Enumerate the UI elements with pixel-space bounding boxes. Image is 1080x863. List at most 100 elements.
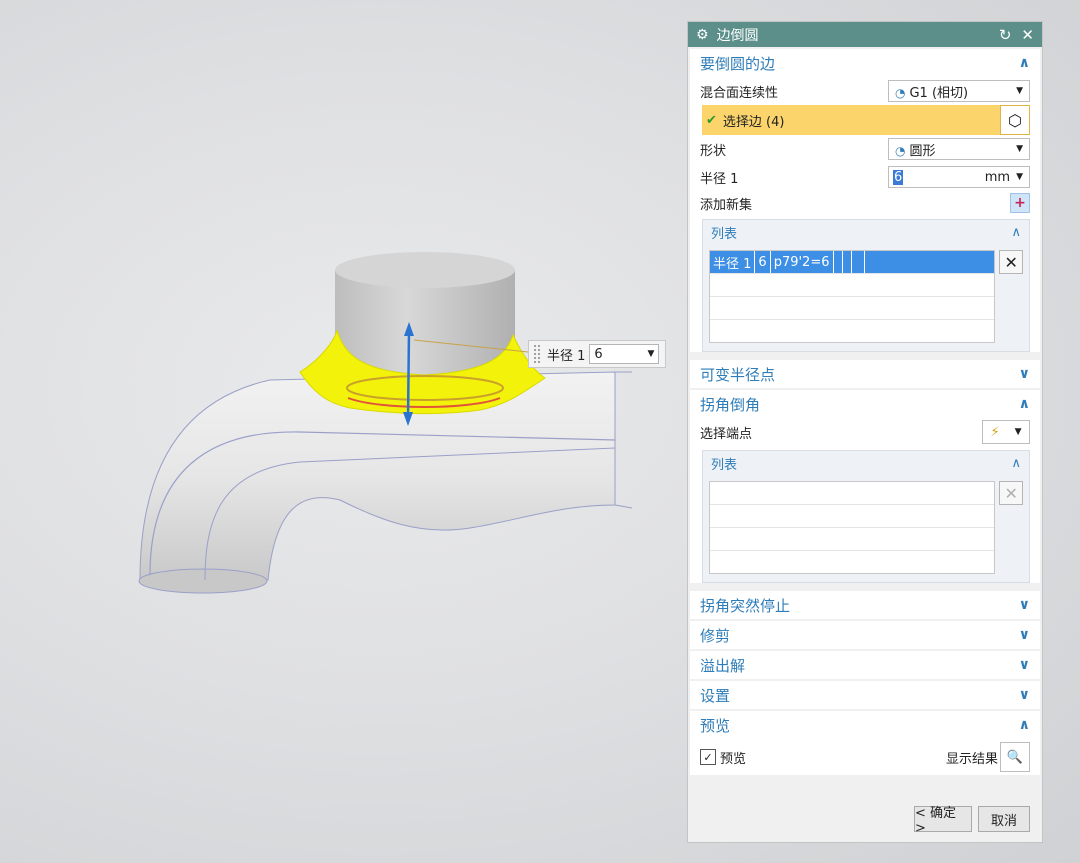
table-cell: 半径 1 — [710, 251, 756, 273]
table-cell — [834, 251, 843, 273]
section-edges-header[interactable]: 要倒圆的边 ∧ — [690, 49, 1040, 77]
add-new-set-icon[interactable]: + — [1010, 193, 1030, 213]
graphics-viewport[interactable]: 半径 1 6 ▼ — [0, 0, 686, 863]
section-overflow-title: 溢出解 — [700, 656, 746, 675]
show-result-label: 显示结果 — [945, 751, 998, 767]
endpoint-picker[interactable]: ⚡ ▼ — [982, 420, 1030, 444]
select-edge-row[interactable]: ✔ 选择边 (4) ⬡ — [702, 105, 1030, 135]
section-variable-radius: 可变半径点 ∨ — [690, 360, 1040, 388]
shape-row: 形状 ◔ 圆形 ▼ — [690, 135, 1040, 163]
preview-checkbox-label: 预览 — [720, 751, 747, 767]
section-preview-header[interactable]: 预览 ∧ — [690, 711, 1040, 739]
edge-set-table: 半径 1 6 p79'2=6 — [709, 250, 996, 343]
section-corner-stop: 拐角突然停止 ∨ — [690, 591, 1040, 619]
chevron-down-icon[interactable]: ▼ — [647, 349, 654, 359]
section-variable-radius-header[interactable]: 可变半径点 ∨ — [690, 360, 1040, 388]
section-corner-stop-header[interactable]: 拐角突然停止 ∨ — [690, 591, 1040, 619]
section-settings: 设置 ∨ — [690, 681, 1040, 709]
model-view — [138, 252, 633, 594]
chevron-up-icon: ∧ — [1011, 224, 1021, 240]
select-endpoint-row: 选择端点 ⚡ ▼ — [690, 418, 1040, 446]
section-preview: 预览 ∧ ✓ 预览 显示结果 🔍 — [690, 711, 1040, 775]
table-row — [710, 320, 994, 342]
chevron-down-icon: ▼ — [1016, 86, 1023, 96]
onscreen-radius-input[interactable]: 半径 1 6 ▼ — [528, 340, 666, 368]
continuity-row: 混合面连续性 ◔ G1 (相切) ▼ — [690, 77, 1040, 105]
section-trim-title: 修剪 — [700, 626, 731, 645]
list-title: 列表 — [711, 226, 738, 242]
chevron-down-icon: ∨ — [1018, 687, 1030, 703]
section-corner-setback-title: 拐角倒角 — [700, 395, 761, 414]
section-edges-title: 要倒圆的边 — [700, 54, 776, 73]
chevron-up-icon: ∧ — [1011, 455, 1021, 471]
table-row — [710, 551, 994, 573]
preview-checkbox[interactable]: ✓ — [700, 749, 716, 765]
chevron-down-icon: ▼ — [1014, 427, 1022, 437]
section-corner-stop-title: 拐角突然停止 — [700, 596, 791, 615]
reset-icon[interactable]: ↻ — [999, 26, 1012, 44]
section-corner-setback-header[interactable]: 拐角倒角 ∧ — [690, 390, 1040, 418]
endpoint-table — [709, 481, 996, 574]
select-endpoint-label: 选择端点 — [700, 426, 753, 442]
section-settings-header[interactable]: 设置 ∨ — [690, 681, 1040, 709]
chevron-down-icon: ∨ — [1018, 627, 1030, 643]
chevron-up-icon: ∧ — [1018, 396, 1030, 412]
shape-dropdown[interactable]: ◔ 圆形 ▼ — [888, 138, 1030, 160]
table-cell: p79'2=6 — [771, 251, 834, 273]
table-row — [710, 297, 995, 320]
close-icon[interactable]: ✕ — [1021, 26, 1034, 44]
chevron-down-icon: ∨ — [1018, 597, 1030, 613]
shape-value: 圆形 — [909, 143, 936, 159]
chevron-down-icon: ∨ — [1018, 657, 1030, 673]
onscreen-radius-label: 半径 1 — [547, 348, 586, 364]
section-overflow-header[interactable]: 溢出解 ∨ — [690, 651, 1040, 679]
blend-icon: ◔ — [895, 85, 906, 100]
list-header[interactable]: 列表 ∧ — [703, 451, 1029, 475]
section-trim-header[interactable]: 修剪 ∨ — [690, 621, 1040, 649]
table-row — [710, 274, 995, 297]
onscreen-radius-field[interactable]: 6 ▼ — [589, 344, 660, 364]
continuity-label: 混合面连续性 — [700, 85, 779, 101]
list-title: 列表 — [711, 457, 738, 473]
chevron-down-icon: ∨ — [1018, 366, 1030, 382]
table-row — [710, 482, 995, 505]
continuity-dropdown[interactable]: ◔ G1 (相切) ▼ — [888, 80, 1030, 102]
cancel-button[interactable]: 取消 — [978, 806, 1030, 832]
shape-label: 形状 — [700, 143, 727, 159]
table-cell — [852, 251, 865, 273]
list-header[interactable]: 列表 ∧ — [703, 220, 1029, 244]
cube-icon[interactable]: ⬡ — [1000, 105, 1030, 135]
radius-label: 半径 1 — [700, 171, 739, 187]
checkmark-icon: ✔ — [706, 112, 717, 128]
onscreen-radius-value: 6 — [594, 346, 603, 362]
shape-icon: ◔ — [895, 143, 906, 158]
section-edges: 要倒圆的边 ∧ 混合面连续性 ◔ G1 (相切) ▼ ✔ 选择边 (4) ⬡ 形状… — [690, 49, 1040, 352]
gear-icon: ⚙ — [696, 26, 709, 43]
radius-input[interactable]: 6 mm ▼ — [888, 166, 1030, 188]
delete-icon[interactable]: ✕ — [999, 250, 1023, 274]
section-variable-radius-title: 可变半径点 — [700, 365, 776, 384]
section-trim: 修剪 ∨ — [690, 621, 1040, 649]
magnifier-icon[interactable]: 🔍 — [1000, 742, 1030, 772]
delete-icon[interactable]: ✕ — [999, 481, 1023, 505]
dialog-titlebar[interactable]: ⚙ 边倒圆 ↻ ✕ — [688, 22, 1042, 47]
chevron-down-icon: ▼ — [1016, 144, 1023, 154]
ok-button[interactable]: < 确定 > — [914, 806, 972, 836]
table-row — [710, 505, 995, 528]
add-set-row: 添加新集 + — [690, 191, 1040, 215]
radius-unit: mm — [984, 169, 1011, 185]
table-row — [710, 528, 995, 551]
dialog-button-bar: < 确定 > 取消 — [688, 796, 1042, 842]
edge-blend-dialog: ⚙ 边倒圆 ↻ ✕ 要倒圆的边 ∧ 混合面连续性 ◔ G1 (相切) ▼ ✔ 选择… — [687, 21, 1043, 843]
section-overflow: 溢出解 ∨ — [690, 651, 1040, 679]
chevron-up-icon: ∧ — [1018, 55, 1030, 71]
table-cell — [843, 251, 852, 273]
chevron-down-icon[interactable]: ▼ — [1016, 172, 1023, 182]
preview-row: ✓ 预览 显示结果 🔍 — [690, 739, 1040, 775]
drag-grip[interactable] — [533, 344, 541, 364]
table-cell: 6 — [755, 251, 771, 273]
dialog-title: 边倒圆 — [716, 27, 759, 44]
table-row[interactable]: 半径 1 6 p79'2=6 — [710, 251, 995, 274]
lightning-icon: ⚡ — [990, 424, 1000, 440]
chevron-up-icon: ∧ — [1018, 717, 1030, 733]
